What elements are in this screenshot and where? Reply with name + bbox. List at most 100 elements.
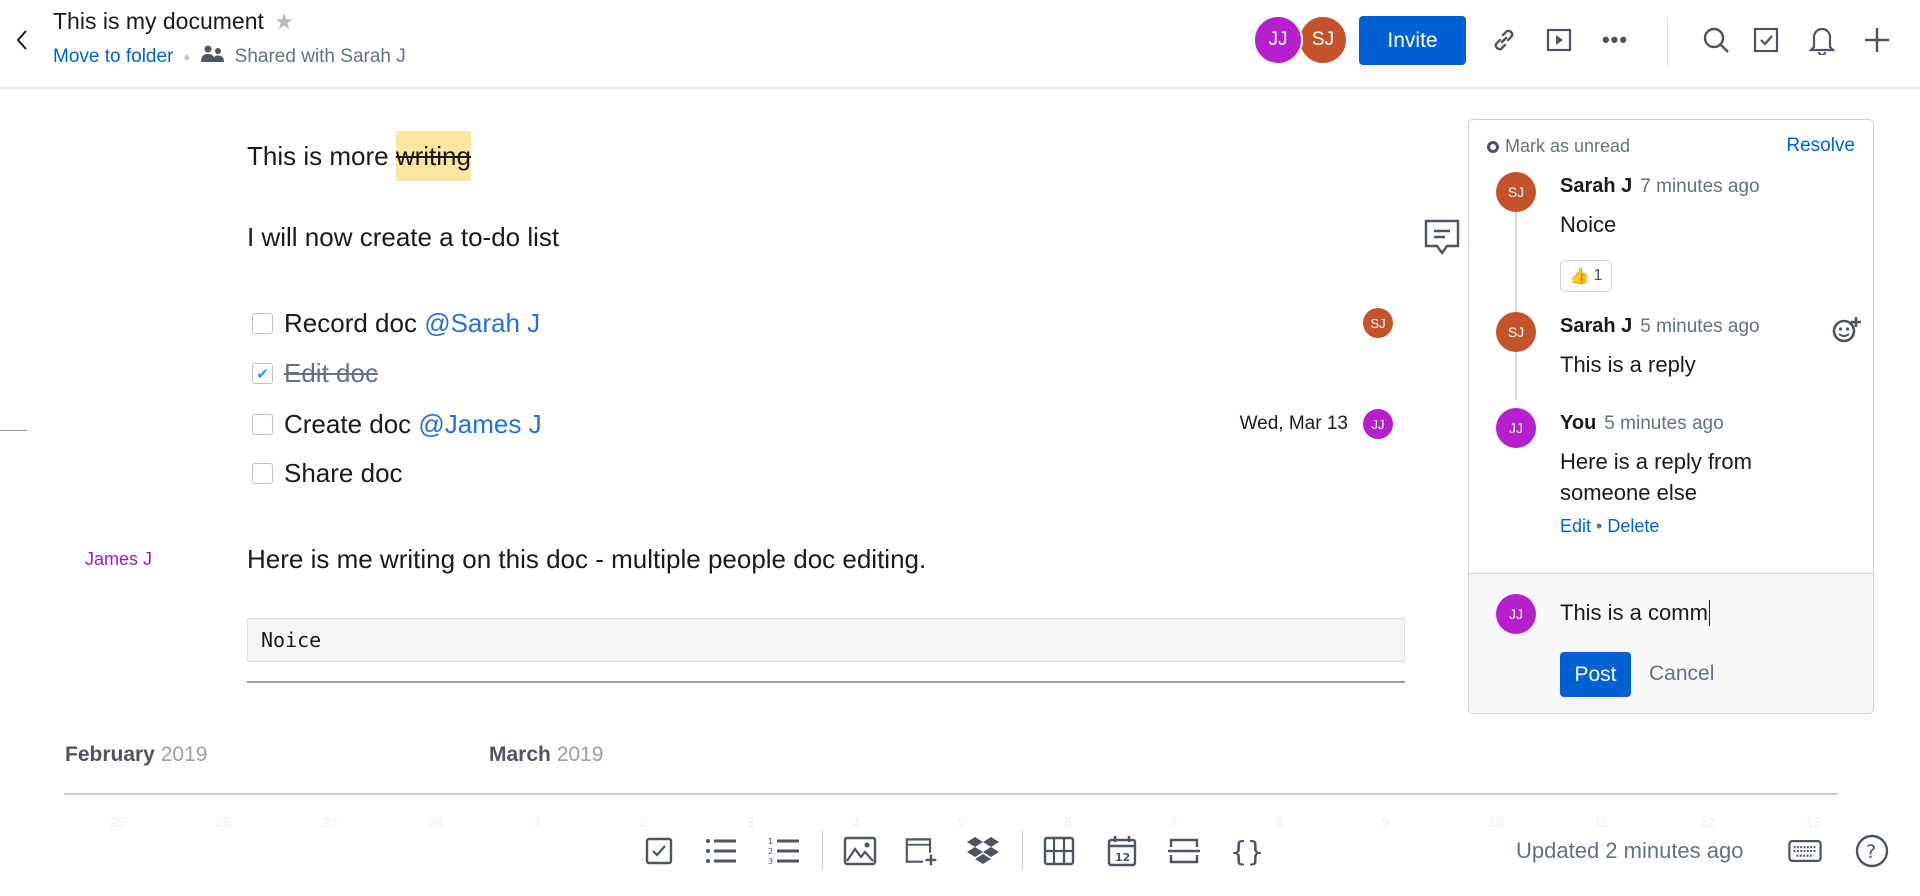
todo-checkbox[interactable]: [252, 313, 273, 334]
calendar-date[interactable]: 9: [1382, 814, 1390, 830]
comment-meta: You 5 minutes ago: [1560, 412, 1724, 435]
calendar-date[interactable]: 7: [1170, 814, 1178, 830]
post-button[interactable]: Post: [1560, 652, 1631, 697]
calendar-date[interactable]: 25: [110, 814, 126, 830]
mark-as-unread-button[interactable]: Mark as unread: [1487, 136, 1630, 157]
thumbs-up-icon: 👍: [1569, 268, 1590, 285]
calendar-date[interactable]: 10: [1488, 814, 1504, 830]
comment-meta: Sarah J 7 minutes ago: [1560, 175, 1760, 198]
assignee-avatar[interactable]: SJ: [1363, 308, 1393, 338]
year: 2019: [556, 743, 604, 766]
paragraph-more-writing[interactable]: This is more writing: [247, 131, 471, 181]
todo-text: Record doc: [284, 308, 425, 338]
people-icon: [200, 45, 225, 69]
present-icon[interactable]: [1544, 25, 1574, 55]
calendar-date[interactable]: 26: [216, 814, 232, 830]
calendar-date[interactable]: 28: [428, 814, 444, 830]
plus-icon[interactable]: [1861, 24, 1893, 56]
back-chevron-icon[interactable]: [10, 28, 34, 52]
margin-marker: [0, 430, 27, 431]
reaction-thumbs-up[interactable]: 👍 1: [1560, 260, 1612, 292]
avatar-jj[interactable]: JJ: [1253, 15, 1303, 65]
bell-icon[interactable]: [1806, 24, 1838, 56]
divider-line-icon[interactable]: [1167, 834, 1201, 868]
calendar-date[interactable]: 1: [534, 814, 542, 830]
todo-checkbox-checked[interactable]: ✔: [252, 363, 273, 384]
calendar-date[interactable]: 3: [746, 814, 754, 830]
invite-button[interactable]: Invite: [1359, 16, 1466, 65]
calendar-date[interactable]: 13: [1806, 814, 1822, 830]
shared-with-text: Shared with Sarah J: [234, 46, 406, 67]
doc-meta: Move to folder ● Shared with Sarah J: [53, 45, 406, 69]
text: This is more: [247, 141, 396, 171]
calendar-date[interactable]: 5: [958, 814, 966, 830]
todo-item[interactable]: Record doc @Sarah J: [284, 308, 540, 339]
highlighted-strikethrough-text[interactable]: writing: [395, 131, 471, 181]
edit-comment-link[interactable]: Edit: [1560, 516, 1591, 536]
numbered-list-icon[interactable]: 123: [767, 834, 801, 868]
comment-text: Here is a reply from someone else: [1560, 449, 1752, 505]
move-to-folder-link[interactable]: Move to folder: [53, 46, 173, 68]
link-icon[interactable]: [1489, 25, 1519, 55]
todo-checkbox[interactable]: [252, 463, 273, 484]
calendar-date[interactable]: 4: [852, 814, 860, 830]
separator-dot: ●: [183, 50, 191, 64]
calendar-date[interactable]: 27: [322, 814, 338, 830]
table-icon[interactable]: [1042, 834, 1076, 868]
document-title[interactable]: This is my document ★: [53, 8, 294, 35]
svg-text:12: 12: [1115, 851, 1130, 864]
star-icon[interactable]: ★: [274, 9, 294, 34]
calendar-date[interactable]: 8: [1276, 814, 1284, 830]
comment-icon[interactable]: [1422, 218, 1462, 258]
due-date[interactable]: Wed, Mar 13: [1240, 413, 1348, 435]
code-block[interactable]: Noice: [247, 618, 1405, 662]
paragraph-todo-intro[interactable]: I will now create a to-do list: [247, 222, 559, 253]
checklist-icon[interactable]: [642, 834, 676, 868]
todo-checkbox[interactable]: [252, 414, 273, 435]
calendar-icon[interactable]: 12: [1105, 834, 1139, 868]
svg-text:2: 2: [768, 847, 773, 856]
mention[interactable]: @Sarah J: [424, 308, 540, 338]
comment-time: 5 minutes ago: [1640, 316, 1760, 337]
image-icon[interactable]: [843, 834, 877, 868]
assignee-avatar[interactable]: JJ: [1363, 409, 1393, 439]
cancel-button[interactable]: Cancel: [1649, 662, 1714, 686]
calendar-month-march: March 2019: [489, 743, 603, 767]
thread-line: [1515, 210, 1517, 400]
calendar-date[interactable]: 12: [1700, 814, 1716, 830]
todo-item[interactable]: Edit doc: [284, 358, 378, 389]
bulleted-list-icon[interactable]: [704, 834, 738, 868]
search-icon[interactable]: [1700, 24, 1732, 56]
composer-avatar: JJ: [1496, 594, 1536, 634]
dropbox-icon[interactable]: [966, 834, 1000, 868]
todo-item[interactable]: Share doc: [284, 458, 403, 489]
delete-comment-link[interactable]: Delete: [1607, 516, 1659, 536]
avatar-sj[interactable]: SJ: [1298, 15, 1348, 65]
comment-actions: Edit • Delete: [1560, 516, 1659, 537]
calendar-date[interactable]: 11: [1594, 814, 1609, 830]
mention[interactable]: @James J: [418, 409, 541, 439]
title-text: This is my document: [53, 8, 264, 34]
comment-time: 7 minutes ago: [1640, 176, 1760, 197]
calendar-date[interactable]: 6: [1064, 814, 1072, 830]
reaction-count: 1: [1593, 267, 1603, 284]
paragraph-collab[interactable]: Here is me writing on this doc - multipl…: [247, 544, 926, 575]
comment-avatar: SJ: [1496, 172, 1536, 212]
comment-author: Sarah J: [1560, 175, 1633, 197]
calendar-date[interactable]: 2: [640, 814, 648, 830]
calendar-month-february: February 2019: [65, 743, 207, 767]
comment-time: 5 minutes ago: [1604, 413, 1724, 434]
add-reaction-icon[interactable]: [1832, 316, 1862, 349]
code-block-icon[interactable]: {}: [1230, 834, 1264, 868]
tasks-icon[interactable]: [1750, 24, 1782, 56]
comment-meta: Sarah J 5 minutes ago: [1560, 315, 1760, 338]
month: March: [489, 743, 551, 766]
resolve-button[interactable]: Resolve: [1786, 135, 1855, 157]
comment-input[interactable]: This is a comm: [1560, 600, 1710, 626]
keyboard-shortcuts-icon[interactable]: [1788, 834, 1822, 868]
embed-icon[interactable]: [905, 834, 939, 868]
more-options-icon[interactable]: •••: [1598, 25, 1632, 55]
help-icon[interactable]: ?: [1855, 834, 1889, 868]
comment-avatar: SJ: [1496, 312, 1536, 352]
todo-item[interactable]: Create doc @James J: [284, 409, 542, 440]
